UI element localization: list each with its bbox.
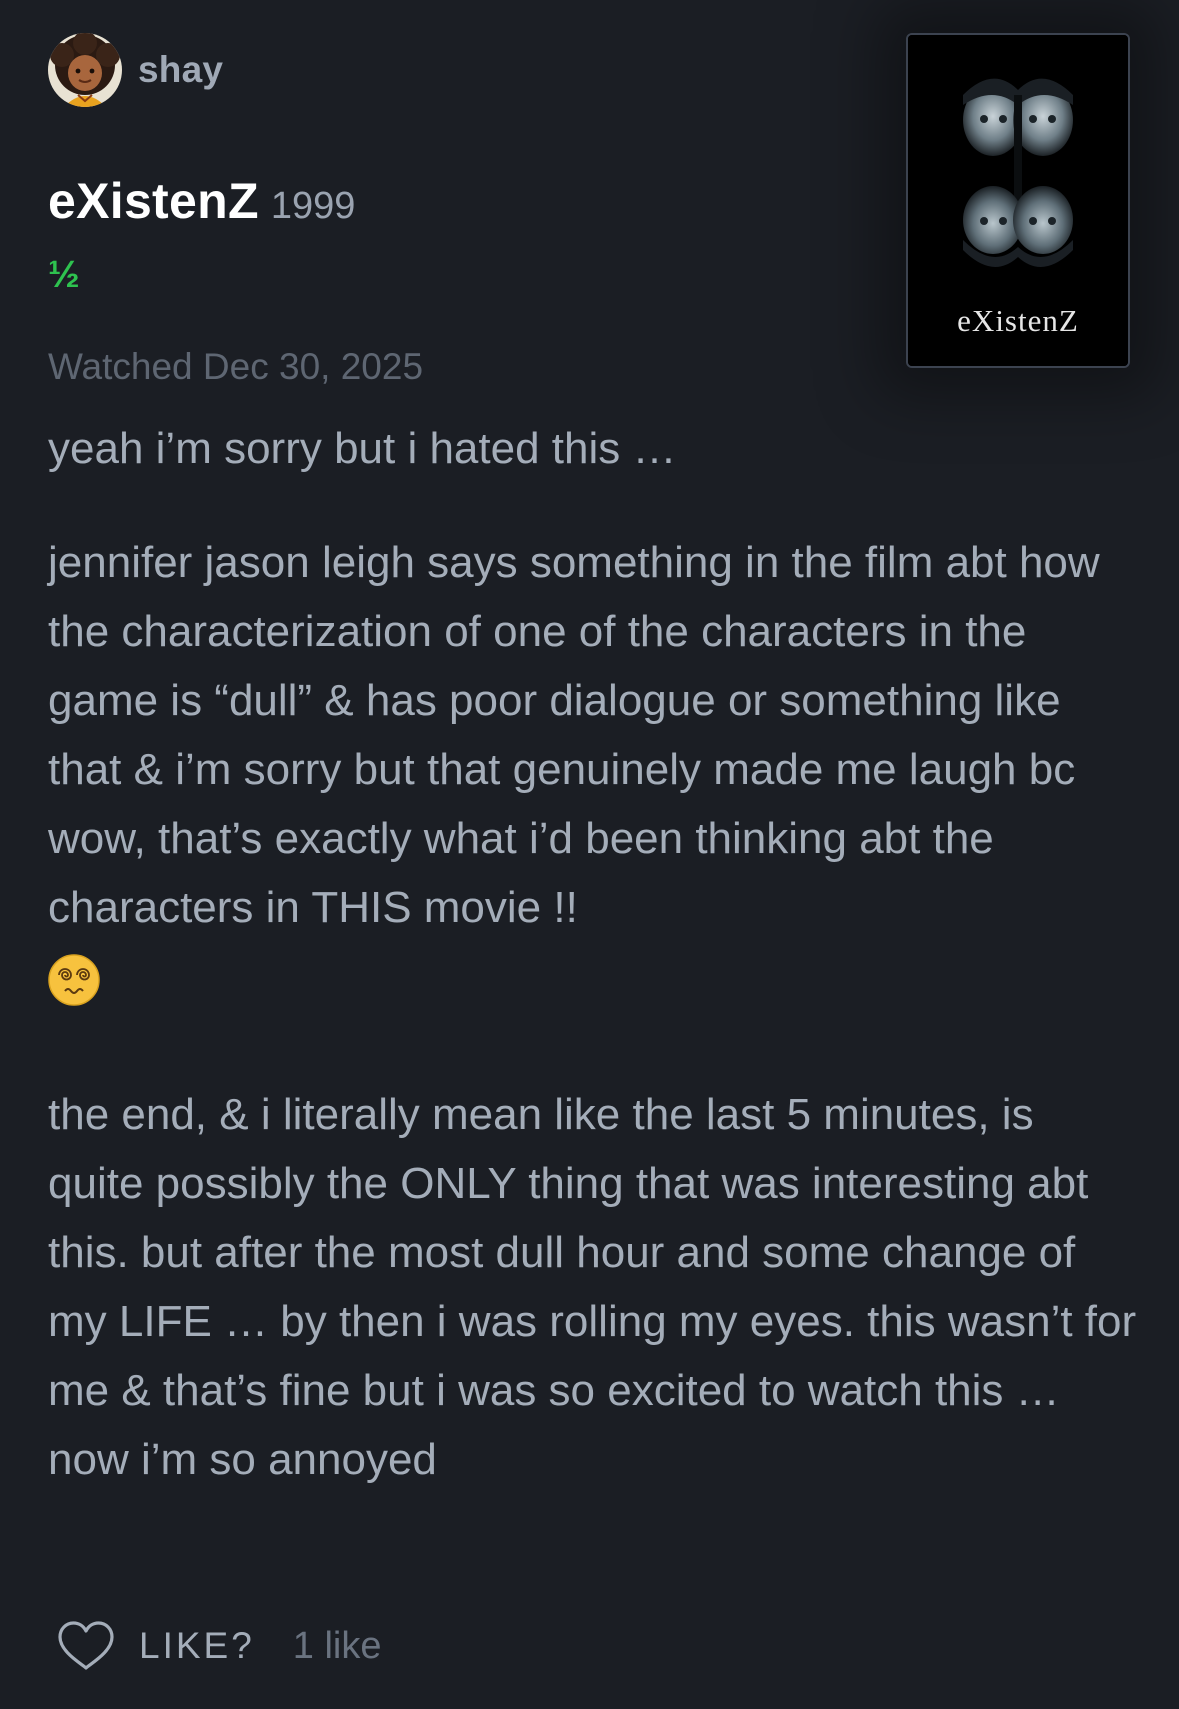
like-count[interactable]: 1 like — [293, 1625, 382, 1668]
heart-outline-icon[interactable] — [56, 1620, 116, 1672]
film-heading: eXistenZ 1999 — [48, 172, 355, 230]
film-poster[interactable]: eXistenZ — [906, 33, 1130, 368]
review-page: shay eXistenZ 1999 ½ Watched Dec 30, 202… — [0, 0, 1179, 1709]
avatar[interactable] — [48, 33, 122, 107]
film-year[interactable]: 1999 — [271, 185, 356, 228]
review-body: yeah i’m sorry but i hated this … jennif… — [48, 414, 1138, 1494]
review-header: shay — [48, 33, 223, 107]
review-paragraph: jennifer jason leigh says something in t… — [48, 528, 1138, 1011]
poster-title: eXistenZ — [957, 303, 1079, 338]
film-title[interactable]: eXistenZ — [48, 172, 259, 230]
username[interactable]: shay — [138, 49, 223, 91]
review-footer: LIKE? 1 like — [56, 1618, 382, 1674]
watched-date: Watched Dec 30, 2025 — [48, 346, 424, 387]
like-button[interactable]: LIKE? — [139, 1625, 255, 1667]
review-paragraph: the end, & i literally mean like the las… — [48, 1090, 1137, 1484]
star-rating: ½ — [48, 254, 80, 296]
review-paragraph: yeah i’m sorry but i hated this … — [48, 424, 677, 473]
cartoon-avatar-icon — [48, 33, 122, 107]
review-paragraph-text: jennifer jason leigh says something in t… — [48, 538, 1100, 932]
face-with-spiral-eyes-icon — [48, 954, 100, 1007]
